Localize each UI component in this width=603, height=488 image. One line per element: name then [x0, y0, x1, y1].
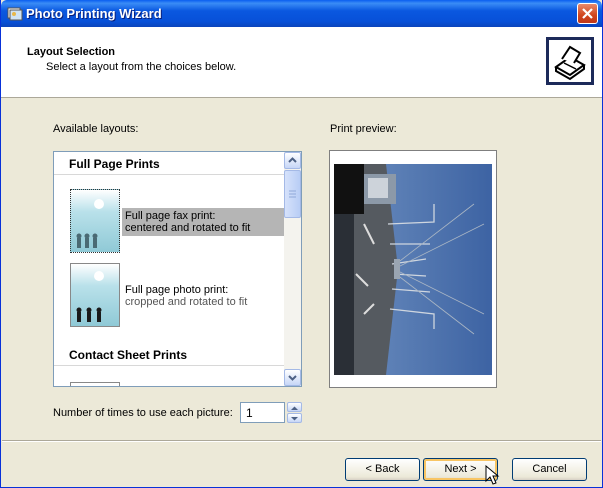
scroll-down-button[interactable] — [284, 369, 301, 386]
close-icon — [582, 8, 593, 19]
group-divider — [54, 174, 284, 175]
list-item-fax-print[interactable]: Full page fax print: centered and rotate… — [125, 210, 250, 234]
item-title: Full page photo print: — [125, 284, 229, 296]
stepper-up-button[interactable] — [287, 402, 302, 412]
item-title: Full page fax print: — [125, 210, 216, 222]
stepper-down-button[interactable] — [287, 413, 302, 423]
layouts-listbox[interactable]: Full Page Prints Full page fax print: ce… — [53, 151, 302, 387]
page-title: Layout Selection — [27, 46, 116, 58]
print-preview-label: Print preview: — [330, 123, 397, 135]
print-preview-pane — [329, 150, 497, 388]
back-button[interactable]: < Back — [345, 458, 420, 481]
window-title: Photo Printing Wizard — [26, 6, 162, 21]
group-heading: Full Page Prints — [69, 157, 160, 171]
photo-print-thumbnail[interactable] — [70, 263, 120, 327]
group-divider — [54, 365, 284, 366]
fax-print-thumbnail[interactable] — [70, 189, 120, 253]
footer-divider — [2, 440, 601, 442]
copies-label: Number of times to use each picture: — [53, 407, 233, 419]
item-description: centered and rotated to fit — [125, 222, 251, 234]
group-heading: Contact Sheet Prints — [69, 348, 188, 362]
chevron-down-icon — [288, 375, 297, 381]
title-bar[interactable]: Photo Printing Wizard — [1, 0, 602, 27]
photo-wizard-icon — [7, 5, 23, 21]
item-description: cropped and rotated to fit — [125, 296, 248, 308]
printer-wizard-icon — [546, 37, 594, 85]
cancel-button[interactable]: Cancel — [512, 458, 587, 481]
page-subtitle: Select a layout from the choices below. — [46, 61, 237, 73]
list-item-photo-print[interactable]: Full page photo print: cropped and rotat… — [125, 284, 247, 308]
mouse-cursor-icon — [485, 465, 500, 485]
contact-sheet-thumbnail[interactable] — [70, 382, 120, 386]
arrow-down-icon — [291, 417, 298, 421]
available-layouts-label: Available layouts: — [53, 123, 139, 135]
wizard-header: Layout Selection Select a layout from th… — [1, 27, 602, 98]
copies-stepper[interactable] — [287, 402, 302, 423]
preview-photo — [334, 164, 492, 375]
vertical-scrollbar[interactable] — [284, 152, 301, 386]
grip-icon — [289, 190, 296, 198]
copies-input[interactable]: 1 — [240, 402, 285, 423]
scroll-up-button[interactable] — [284, 152, 301, 169]
arrow-up-icon — [291, 406, 298, 410]
scroll-thumb[interactable] — [284, 170, 301, 218]
chevron-up-icon — [288, 157, 297, 163]
wizard-window: Photo Printing Wizard Layout Selection S… — [0, 0, 603, 488]
close-button[interactable] — [577, 3, 598, 24]
